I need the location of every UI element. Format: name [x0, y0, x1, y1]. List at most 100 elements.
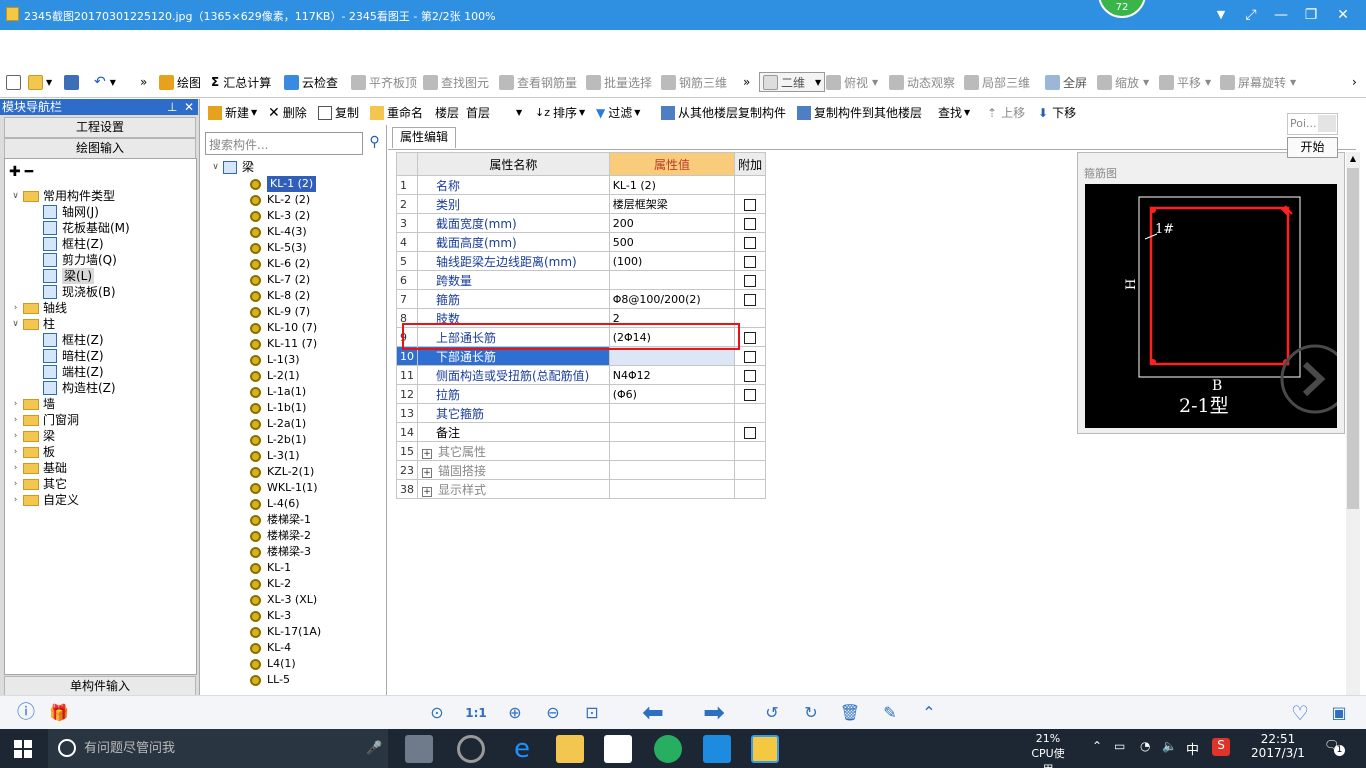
mouse-icon[interactable]: ⊙: [425, 701, 449, 725]
expand-toggle-icon[interactable]: ›: [11, 396, 20, 412]
rotate-left-icon[interactable]: ↺: [760, 701, 784, 725]
nav-tree-item[interactable]: › 梁: [11, 428, 55, 444]
component-list-item[interactable]: KZL-2(1): [250, 464, 314, 480]
gift-icon[interactable]: 🎁: [47, 701, 71, 725]
property-row[interactable]: 14 备注: [396, 422, 766, 442]
zoom-out-icon[interactable]: ⊖: [541, 701, 565, 725]
component-list-item[interactable]: KL-1: [250, 560, 291, 576]
cloud-check-button[interactable]: 云检查: [284, 73, 338, 91]
property-value-cell[interactable]: [608, 479, 736, 499]
property-row[interactable]: 4 截面高度(mm) 500: [396, 232, 766, 252]
tab-property-edit[interactable]: 属性编辑: [392, 127, 456, 148]
expand-toggle-icon[interactable]: ›: [11, 444, 20, 460]
search-icon[interactable]: ⚲: [366, 134, 383, 152]
restore-button[interactable]: ❐: [1300, 5, 1322, 25]
property-value-cell[interactable]: N4Φ12: [608, 365, 736, 385]
property-value-cell[interactable]: [608, 460, 736, 480]
zoom-in-icon[interactable]: ⊕: [503, 701, 527, 725]
single-input-button[interactable]: 单构件输入: [4, 676, 196, 697]
component-list-item[interactable]: 楼梯梁-3: [250, 544, 311, 560]
nav-tree-item[interactable]: › 墙: [11, 396, 55, 412]
info-icon[interactable]: ⓘ: [14, 701, 38, 725]
rebar-3d-button[interactable]: 钢筋三维: [661, 73, 727, 91]
property-row[interactable]: 13 其它箍筋: [396, 403, 766, 423]
expand-plus-icon[interactable]: +: [422, 486, 432, 497]
component-list-item[interactable]: L-1(3): [250, 352, 299, 368]
browser-icon[interactable]: [457, 735, 485, 763]
nav-tree-item[interactable]: 轴网(J): [43, 204, 99, 220]
scrollbar-thumb[interactable]: [1347, 168, 1359, 509]
extra-checkbox[interactable]: [744, 255, 757, 268]
nav-tree-item[interactable]: › 轴线: [11, 300, 67, 316]
property-row[interactable]: 23 + 锚固搭接: [396, 460, 766, 480]
property-row[interactable]: 7 箍筋 Φ8@100/200(2): [396, 289, 766, 309]
expand-toggle-icon[interactable]: ›: [11, 428, 20, 444]
property-value-cell[interactable]: [608, 403, 736, 423]
component-list-item[interactable]: KL-1 (2): [250, 176, 317, 192]
local-3d-button[interactable]: 局部三维: [964, 73, 1030, 91]
favorite-icon[interactable]: ♡: [1288, 701, 1312, 725]
component-list-item[interactable]: L4(1): [250, 656, 296, 672]
rotate-button[interactable]: 屏幕旋转 ▼: [1220, 73, 1296, 91]
component-list-item[interactable]: KL-5(3): [250, 240, 307, 256]
property-row[interactable]: 3 截面宽度(mm) 200: [396, 213, 766, 233]
more-icon-2[interactable]: »: [743, 73, 750, 91]
minimize-button[interactable]: —: [1270, 5, 1292, 25]
move-down-button[interactable]: ⬇ 下移: [1038, 104, 1076, 121]
zoom-button[interactable]: 缩放 ▼: [1097, 73, 1149, 91]
flat-top-button[interactable]: 平齐板顶: [351, 73, 417, 91]
open-file-icon[interactable]: ▼: [28, 73, 52, 91]
task-view-icon[interactable]: [405, 735, 433, 763]
extra-checkbox[interactable]: [744, 198, 757, 211]
find-element-button[interactable]: 查找图元: [423, 73, 489, 91]
nav-tree-item[interactable]: ∨ 柱: [11, 316, 55, 332]
property-row[interactable]: 5 轴线距梁左边线距离(mm) (100): [396, 251, 766, 271]
nav-close-icon[interactable]: ✕: [184, 99, 194, 115]
nav-tree-item[interactable]: 框柱(Z): [43, 332, 104, 348]
edit-icon[interactable]: ✎: [878, 701, 902, 725]
poi-close-icon[interactable]: [1318, 115, 1336, 132]
start-icon[interactable]: [14, 740, 32, 758]
component-list-item[interactable]: L-2a(1): [250, 416, 306, 432]
file-explorer-icon[interactable]: [556, 735, 584, 763]
view-mode-select[interactable]: 二维 ▼: [759, 72, 826, 92]
extra-checkbox[interactable]: [744, 331, 757, 344]
nav-tree-item[interactable]: › 自定义: [11, 492, 79, 508]
property-row[interactable]: 15 + 其它属性: [396, 441, 766, 461]
component-list-item[interactable]: KL-3: [250, 608, 291, 624]
property-value-cell[interactable]: (100): [608, 251, 736, 271]
save-icon[interactable]: [64, 73, 82, 91]
property-value-cell[interactable]: 500: [608, 232, 736, 252]
fit-screen-icon[interactable]: ⊡: [580, 701, 604, 725]
expand-plus-icon[interactable]: +: [422, 448, 432, 459]
app-360-icon[interactable]: [654, 735, 682, 763]
property-row[interactable]: 6 跨数量: [396, 270, 766, 290]
component-list-item[interactable]: XL-3 (XL): [250, 592, 317, 608]
expand-toggle-icon[interactable]: ›: [11, 460, 20, 476]
component-list-item[interactable]: LL-5: [250, 672, 290, 688]
component-list-item[interactable]: KL-10 (7): [250, 320, 317, 336]
property-row[interactable]: 2 类别 楼层框架梁: [396, 194, 766, 214]
ime-lang[interactable]: 中: [1186, 739, 1199, 758]
nav-tree-item[interactable]: › 基础: [11, 460, 67, 476]
component-list-item[interactable]: KL-17(1A): [250, 624, 321, 640]
component-list-item[interactable]: KL-2 (2): [250, 192, 310, 208]
component-list-item[interactable]: KL-7 (2): [250, 272, 310, 288]
property-row[interactable]: 38 + 显示样式: [396, 479, 766, 499]
tray-up-icon[interactable]: ⌃: [1092, 739, 1102, 753]
nav-tree-item[interactable]: 现浇板(B): [43, 284, 116, 300]
nav-tree-item[interactable]: › 门窗洞: [11, 412, 79, 428]
property-value-cell[interactable]: Φ8@100/200(2): [608, 289, 736, 309]
property-value-cell[interactable]: KL-1 (2): [608, 175, 736, 195]
batch-select-button[interactable]: 批量选择: [586, 73, 652, 91]
network-icon[interactable]: ▭: [1114, 739, 1125, 753]
component-root[interactable]: ∨ 梁: [211, 159, 254, 175]
undo-icon[interactable]: ↶ ▼: [94, 73, 116, 91]
extra-checkbox[interactable]: [744, 236, 757, 249]
extra-checkbox[interactable]: [744, 388, 757, 401]
toolbar-more-icon[interactable]: ›: [1352, 73, 1357, 91]
action-center-icon[interactable]: 🗨 1: [1324, 738, 1345, 756]
component-list-item[interactable]: 楼梯梁-2: [250, 528, 311, 544]
nav-tree-item[interactable]: 梁(L): [43, 268, 95, 284]
menu-dropdown-icon[interactable]: ▼: [1210, 5, 1232, 25]
